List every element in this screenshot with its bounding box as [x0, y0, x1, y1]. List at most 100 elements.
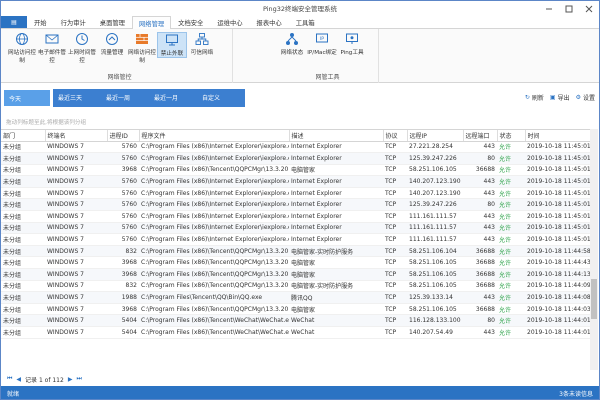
table-cell: 未分组 [1, 326, 45, 339]
table-cell: C:\Program Files (x86)\Internet Explorer… [139, 141, 289, 154]
table-cell: 允许 [497, 210, 525, 223]
table-cell: C:\Program Files (x86)\Tencent\QQPCMgr\1… [139, 245, 289, 258]
scrollbar-thumb[interactable] [591, 279, 597, 319]
menu-reports[interactable]: 报表中心 [250, 16, 289, 28]
table-cell: WINDOWS 7 [45, 303, 107, 316]
last-page-button[interactable]: ⏭ [76, 375, 81, 383]
tab-last-month[interactable]: 最近一月 [149, 89, 197, 107]
table-row[interactable]: 未分组 WINDOWS 7 1988 C:\Program Files\Tencent… [1, 291, 591, 304]
column-header[interactable]: 远程端口 [463, 130, 498, 142]
tool-email-control[interactable]: 电子邮件管控 [37, 32, 67, 64]
menu-behavior-audit[interactable]: 行为审计 [54, 16, 93, 28]
close-button[interactable] [579, 1, 599, 17]
group-by-area[interactable]: 拖动列标题至此,将根据该列分组 [1, 115, 599, 127]
first-page-button[interactable]: ⏮ [7, 375, 12, 383]
table-row[interactable]: 未分组 WINDOWS 7 5760 C:\Program Files (x86)\I… [1, 187, 591, 200]
tab-last-week[interactable]: 最近一周 [101, 89, 149, 107]
table-cell: Internet Explorer [289, 187, 383, 200]
table-row[interactable]: 未分组 WINDOWS 7 5760 C:\Program Files (x86)\I… [1, 152, 591, 165]
table-cell: 80 [463, 152, 497, 165]
menu-toolbox[interactable]: 工具箱 [289, 16, 322, 28]
table-cell: WINDOWS 7 [45, 268, 107, 281]
table-cell: 未分组 [1, 222, 45, 235]
tab-custom[interactable]: 自定义 [197, 89, 245, 107]
tool-network-access[interactable]: 网络访问控制 [127, 32, 157, 64]
tab-today[interactable]: 今天 [3, 89, 51, 107]
unread-messages[interactable]: 3条未读信息 [559, 389, 593, 398]
table-cell: 58.251.106.105 [407, 280, 463, 293]
column-header[interactable]: 描述 [289, 130, 384, 142]
column-header[interactable]: 远程IP [407, 130, 464, 142]
tool-block-external[interactable]: 禁止外联 [157, 32, 187, 58]
status-bar: 就绪 3条未读信息 [1, 386, 599, 399]
menu-start[interactable]: 开始 [27, 16, 54, 28]
export-button[interactable]: ▣ 导出 [550, 93, 570, 102]
menu-desktop[interactable]: 桌面管理 [93, 16, 132, 28]
column-header[interactable]: 终端名 [45, 130, 108, 142]
table-row[interactable]: 未分组 WINDOWS 7 5760 C:\Program Files (x86)\I… [1, 210, 591, 223]
table-row[interactable]: 未分组 WINDOWS 7 3968 C:\Program Files (x86)\T… [1, 303, 591, 316]
table-row[interactable]: 未分组 WINDOWS 7 5760 C:\Program Files (x86)\I… [1, 175, 591, 188]
table-cell: TCP [383, 268, 407, 281]
tool-website-control[interactable]: 网站访问控制 [7, 32, 37, 64]
next-page-button[interactable]: ▶ [68, 376, 73, 383]
table-row[interactable]: 未分组 WINDOWS 7 3968 C:\Program Files (x86)\T… [1, 164, 591, 177]
monitor-icon [165, 33, 179, 47]
column-header[interactable]: 状态 [497, 130, 526, 142]
settings-button[interactable]: ⚙ 设置 [576, 93, 595, 102]
app-menu-button[interactable]: ▤ [1, 16, 27, 28]
table-cell: 允许 [497, 326, 525, 339]
table-row[interactable]: 未分组 WINDOWS 7 5760 C:\Program Files (x86)\I… [1, 198, 591, 212]
table-row[interactable]: 未分组 WINDOWS 7 5760 C:\Program Files (x86)\I… [1, 233, 591, 246]
column-header[interactable]: 协议 [383, 130, 408, 142]
table-cell: 电脑管家-实时防护服务 [289, 280, 383, 293]
tool-traffic[interactable]: 流量管理 [97, 32, 127, 56]
table-cell: C:\Program Files (x86)\Internet Explorer… [139, 187, 289, 200]
firewall-icon [135, 32, 149, 46]
records-grid: 部门 终端名 进程ID 程序文件 描述 协议 远程IP 远程端口 状态 时间 未分组 WINDOWS… [1, 129, 591, 370]
table-cell: 140.207.54.49 [407, 326, 463, 339]
table-cell: WINDOWS 7 [45, 222, 107, 235]
table-cell: 36688 [463, 268, 497, 281]
table-cell: 允许 [497, 303, 525, 316]
table-row[interactable]: 未分组 WINDOWS 7 5404 C:\Program Files (x86)\T… [1, 326, 591, 339]
menu-network[interactable]: 网络管理 [131, 16, 172, 29]
table-row[interactable]: 未分组 WINDOWS 7 5760 C:\Program Files (x86)\I… [1, 141, 591, 154]
table-row[interactable]: 未分组 WINDOWS 7 3968 C:\Program Files (x86)\T… [1, 256, 591, 270]
menu-doc-security[interactable]: 文档安全 [171, 16, 210, 28]
table-cell: 443 [463, 222, 497, 235]
table-cell: 2019-10-18 11:44:01 [525, 326, 591, 339]
tool-network-status[interactable]: 网络状态 [277, 32, 307, 56]
tool-online-time[interactable]: 上网时间管控 [67, 32, 97, 64]
table-cell: 58.251.106.105 [407, 268, 463, 281]
table-cell: TCP [383, 175, 407, 188]
ribbon-group-label: 网络管控 [107, 74, 132, 81]
table-cell: 2019-10-18 11:45:01 [525, 210, 591, 223]
table-cell: Internet Explorer [289, 222, 383, 235]
maximize-button[interactable] [559, 1, 579, 17]
tool-trusted-network[interactable]: 可信网络 [187, 32, 217, 56]
table-cell: 腾讯QQ [289, 291, 383, 304]
table-row[interactable]: 未分组 WINDOWS 7 5404 C:\Program Files (x86)\T… [1, 314, 591, 327]
minimize-button[interactable] [539, 1, 559, 17]
table-row[interactable]: 未分组 WINDOWS 7 5760 C:\Program Files (x86)\I… [1, 222, 591, 235]
prev-page-button[interactable]: ◀ [16, 376, 21, 383]
vertical-scrollbar[interactable] [590, 129, 598, 370]
ribbon-group-label: 网管工具 [315, 74, 340, 81]
table-cell: C:\Program Files (x86)\Tencent\QQPCMgr\1… [139, 164, 289, 177]
table-row[interactable]: 未分组 WINDOWS 7 832 C:\Program Files (x86)\Te… [1, 245, 591, 258]
tab-last-3-days[interactable]: 最近三天 [53, 89, 101, 107]
column-header[interactable]: 时间 [525, 130, 591, 142]
column-header[interactable]: 程序文件 [139, 130, 290, 142]
tool-ping[interactable]: Ping工具 [337, 32, 367, 56]
refresh-button[interactable]: ↻ 刷新 [525, 93, 544, 102]
table-cell: 5760 [107, 141, 139, 154]
menu-ops[interactable]: 运维中心 [210, 16, 249, 28]
tool-ip-mac-binding[interactable]: IP IP/Mac绑定 [307, 32, 337, 56]
column-header[interactable]: 部门 [1, 130, 46, 142]
column-header[interactable]: 进程ID [107, 130, 140, 142]
table-cell: 允许 [497, 291, 525, 304]
table-cell: WINDOWS 7 [45, 314, 107, 327]
table-row[interactable]: 未分组 WINDOWS 7 3968 C:\Program Files (x86)\T… [1, 268, 591, 281]
table-row[interactable]: 未分组 WINDOWS 7 832 C:\Program Files (x86)\Te… [1, 280, 591, 293]
